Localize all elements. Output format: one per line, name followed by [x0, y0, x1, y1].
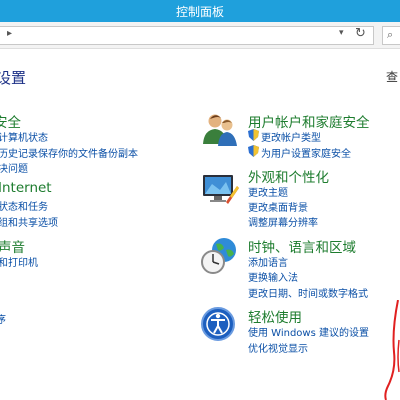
users-icon[interactable] — [200, 110, 240, 150]
window-title: 控制面板 — [175, 5, 224, 19]
link-change-account-type[interactable]: 更改帐户类型 — [248, 129, 321, 144]
link-add-language[interactable]: 添加语言 — [248, 254, 288, 269]
link-devices-printers[interactable]: 和打印机 — [0, 254, 38, 269]
link-homegroup-sharing[interactable]: 组和共享选项 — [0, 214, 58, 229]
chevron-down-icon[interactable]: ▾ — [339, 28, 344, 38]
refresh-icon[interactable]: ↻ — [355, 26, 366, 41]
search-input[interactable]: ⌕ — [382, 26, 400, 45]
link-change-input-method[interactable]: 更换输入法 — [248, 269, 298, 284]
category-clock-language-region[interactable]: 时钟、语言和区域 — [248, 236, 356, 256]
chevron-right-icon[interactable]: ▸ — [7, 28, 12, 39]
search-icon: ⌕ — [387, 28, 394, 41]
uac-shield-icon — [248, 145, 259, 157]
link-network-status[interactable]: 状态和任务 — [0, 198, 48, 213]
uac-shield-icon — [248, 129, 259, 141]
link-optimize-visual-display[interactable]: 优化视觉显示 — [248, 340, 308, 355]
link-use-recommended-settings[interactable]: 使用 Windows 建议的设置 — [248, 324, 369, 339]
clock-globe-icon[interactable] — [200, 236, 240, 276]
annotation-stroke — [384, 300, 400, 400]
page-heading: 设置 — [0, 69, 27, 87]
category-user-accounts[interactable]: 用户帐户和家庭安全 — [248, 111, 370, 131]
link-adjust-resolution[interactable]: 调整屏幕分辨率 — [248, 214, 318, 229]
appearance-icon[interactable] — [200, 172, 240, 206]
link-change-theme[interactable]: 更改主题 — [248, 184, 288, 199]
ease-of-access-icon[interactable] — [200, 306, 236, 342]
link-programs[interactable]: 序 — [0, 311, 6, 326]
link-change-date-format[interactable]: 更改日期、时间或数字格式 — [248, 285, 368, 300]
view-by-label[interactable]: 查 — [386, 68, 398, 85]
link-troubleshoot[interactable]: 决问题 — [0, 160, 28, 175]
link-family-safety[interactable]: 为用户设置家庭安全 — [248, 145, 351, 160]
navigation-bar: ▸ ▾ ↻ ⌕ — [0, 22, 400, 49]
category-hardware-sound[interactable]: 声音 — [0, 236, 25, 256]
link-review-computer-status[interactable]: 计算机状态 — [0, 129, 48, 144]
title-bar: 控制面板 — [0, 0, 400, 22]
category-appearance[interactable]: 外观和个性化 — [248, 166, 329, 186]
link-change-desktop-background[interactable]: 更改桌面背景 — [248, 199, 308, 214]
category-network-internet[interactable]: Internet — [0, 180, 52, 196]
address-bar[interactable]: ▸ ▾ ↻ — [0, 26, 374, 45]
category-system-security[interactable]: 安全 — [0, 111, 21, 131]
link-file-history[interactable]: 历史记录保存你的文件备份副本 — [0, 145, 138, 160]
category-ease-of-access[interactable]: 轻松使用 — [248, 306, 302, 326]
